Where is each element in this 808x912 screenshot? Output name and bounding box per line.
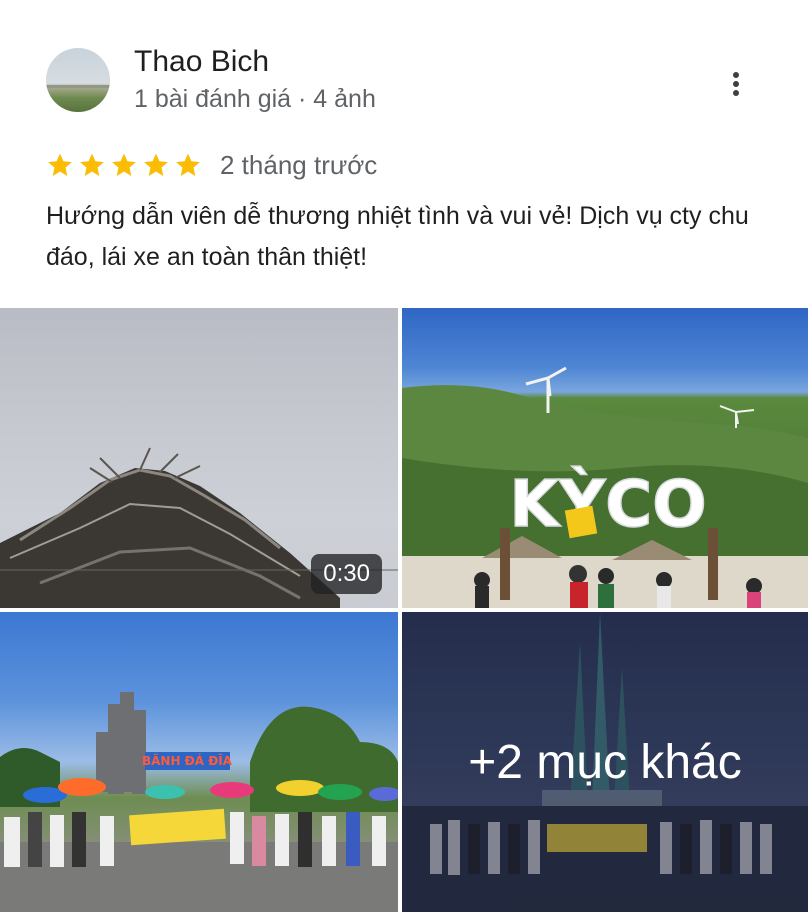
more-photos-overlay[interactable]: +2 mục khác [402,612,808,912]
author-avatar[interactable] [46,48,110,112]
more-vert-icon-dot [733,90,739,96]
review-video-thumbnail[interactable]: 0:30 [0,308,398,608]
review-time: 2 tháng trước [220,149,378,180]
review-photo-more[interactable]: +2 mục khác [402,612,808,912]
group-photo-image: BÃNH ĐÁ ĐĨA [0,692,398,912]
star-icon [144,153,168,176]
star-icon [48,153,72,176]
kyco-sign-text: KỲCO [509,466,706,542]
review-photo[interactable]: BÃNH ĐÁ ĐĨA [0,612,398,912]
kyco-sign-image: KỲCO [402,366,808,608]
more-vert-icon [733,72,739,78]
star-icon [80,153,104,176]
review-photo[interactable]: KỲCO [402,308,808,608]
author-meta: 1 bài đánh giá · 4 ảnh [134,85,376,113]
star-icon [112,153,136,176]
author-name[interactable]: Thao Bich [134,45,269,79]
avatar-horizon [46,85,110,88]
park-sign-text: BÃNH ĐÁ ĐĨA [142,753,233,768]
more-options-button[interactable] [716,62,756,106]
more-vert-icon-dot [733,81,739,87]
video-duration-badge: 0:30 [311,554,382,594]
review-text: Hướng dẫn viên dễ thương nhiệt tình và v… [46,202,749,271]
rating-row: 2 tháng trước [46,148,377,182]
more-photos-label: +2 mục khác [468,735,742,789]
star-rating [46,151,202,179]
star-icon [176,153,200,176]
